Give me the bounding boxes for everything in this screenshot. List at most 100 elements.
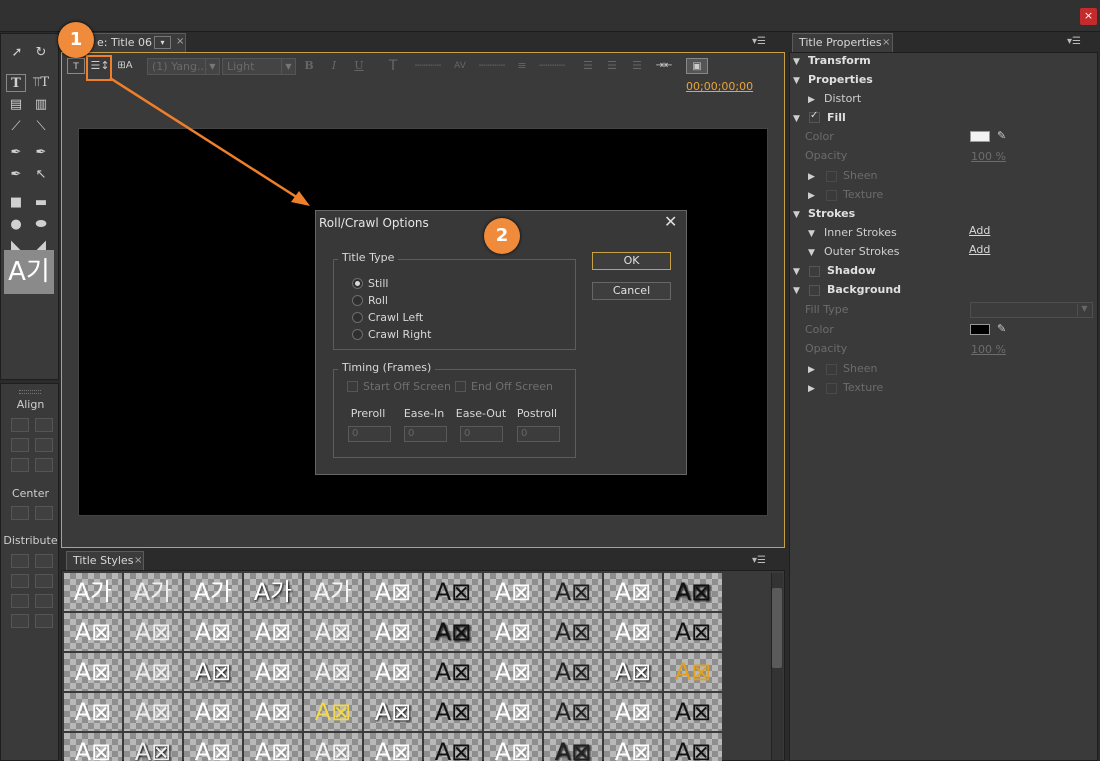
- distort-row[interactable]: Distort: [824, 92, 861, 105]
- roll-radio[interactable]: [352, 295, 363, 306]
- bg-sheen-checkbox[interactable]: [826, 364, 837, 375]
- still-radio[interactable]: [352, 278, 363, 289]
- transform-section[interactable]: Transform: [808, 54, 871, 67]
- expanded-triangle-icon[interactable]: ▼: [793, 57, 800, 67]
- expanded-triangle-icon[interactable]: ▼: [793, 210, 800, 220]
- style-swatch[interactable]: A⊠: [664, 573, 722, 611]
- collapsed-triangle-icon[interactable]: ▶: [808, 365, 815, 375]
- style-swatch[interactable]: A⊠: [244, 693, 302, 731]
- style-swatch[interactable]: A⊠: [64, 613, 122, 651]
- crawl-left-label[interactable]: Crawl Left: [368, 311, 423, 324]
- style-swatch[interactable]: A⊠: [364, 693, 422, 731]
- add-inner-stroke-link[interactable]: Add: [969, 224, 990, 237]
- style-swatch[interactable]: A⊠: [604, 573, 662, 611]
- style-swatch[interactable]: A⊠: [364, 733, 422, 761]
- expanded-triangle-icon[interactable]: ▼: [808, 248, 815, 258]
- collapsed-triangle-icon[interactable]: ▶: [808, 172, 815, 182]
- style-swatch[interactable]: A⊠: [184, 693, 242, 731]
- crawl-right-radio[interactable]: [352, 329, 363, 340]
- style-swatch[interactable]: A가: [124, 573, 182, 611]
- style-swatch[interactable]: A⊠: [484, 653, 542, 691]
- collapsed-triangle-icon[interactable]: ▶: [808, 191, 815, 201]
- style-swatch[interactable]: A⊠: [604, 613, 662, 651]
- collapsed-triangle-icon[interactable]: ▶: [808, 384, 815, 394]
- style-swatch[interactable]: A⊠: [484, 693, 542, 731]
- fill-color-swatch[interactable]: [970, 131, 990, 142]
- style-swatch[interactable]: A⊠: [124, 733, 182, 761]
- styles-scroll-thumb[interactable]: [772, 588, 782, 668]
- title-properties-close-icon[interactable]: ×: [882, 37, 890, 48]
- title-styles-menu-icon[interactable]: ▾☰: [752, 555, 766, 566]
- style-swatch[interactable]: A가: [304, 573, 362, 611]
- crawl-right-label[interactable]: Crawl Right: [368, 328, 431, 341]
- fill-opacity-value[interactable]: 100 %: [971, 150, 1006, 163]
- expanded-triangle-icon[interactable]: ▼: [793, 76, 800, 86]
- style-swatch[interactable]: A⊠: [184, 733, 242, 761]
- bg-texture-checkbox[interactable]: [826, 383, 837, 394]
- style-swatch[interactable]: A⊠: [424, 613, 482, 651]
- shadow-checkbox[interactable]: [809, 266, 820, 277]
- style-swatch[interactable]: A⊠: [64, 653, 122, 691]
- style-swatch[interactable]: A⊠: [364, 653, 422, 691]
- strokes-section[interactable]: Strokes: [808, 207, 855, 220]
- style-swatch[interactable]: A⊠: [244, 653, 302, 691]
- style-swatch[interactable]: A⊠: [304, 733, 362, 761]
- style-swatch[interactable]: A⊠: [664, 733, 722, 761]
- style-swatch[interactable]: A⊠: [544, 573, 602, 611]
- bg-color-swatch[interactable]: [970, 324, 990, 335]
- style-swatch[interactable]: A⊠: [124, 653, 182, 691]
- style-swatch[interactable]: A⊠: [544, 693, 602, 731]
- fill-type-dropdown[interactable]: [970, 302, 1093, 318]
- shadow-section[interactable]: Shadow: [827, 264, 876, 277]
- style-swatch[interactable]: A⊠: [304, 613, 362, 651]
- ok-button[interactable]: OK: [592, 252, 671, 270]
- preroll-input[interactable]: 0: [348, 426, 391, 442]
- style-swatch[interactable]: A⊠: [664, 613, 722, 651]
- background-section[interactable]: Background: [827, 283, 901, 296]
- style-swatch[interactable]: A⊠: [484, 613, 542, 651]
- style-swatch[interactable]: A⊠: [484, 733, 542, 761]
- expanded-triangle-icon[interactable]: ▼: [793, 267, 800, 277]
- expanded-triangle-icon[interactable]: ▼: [793, 286, 800, 296]
- style-swatch[interactable]: A가: [244, 573, 302, 611]
- bg-opacity-value[interactable]: 100 %: [971, 343, 1006, 356]
- sheen-checkbox[interactable]: [826, 171, 837, 182]
- expanded-triangle-icon[interactable]: ▼: [808, 229, 815, 239]
- style-swatch[interactable]: A⊠: [124, 613, 182, 651]
- style-swatch[interactable]: A⊠: [604, 693, 662, 731]
- background-checkbox[interactable]: [809, 285, 820, 296]
- style-swatch[interactable]: A⊠: [64, 693, 122, 731]
- style-swatch[interactable]: A가: [64, 573, 122, 611]
- still-label[interactable]: Still: [368, 277, 388, 290]
- ease-in-input[interactable]: 0: [404, 426, 447, 442]
- style-swatch[interactable]: A⊠: [424, 653, 482, 691]
- style-swatch[interactable]: A⊠: [244, 733, 302, 761]
- style-swatch[interactable]: A⊠: [664, 653, 722, 691]
- crawl-left-radio[interactable]: [352, 312, 363, 323]
- title-styles-close-icon[interactable]: ×: [134, 555, 142, 566]
- style-swatch[interactable]: A⊠: [604, 733, 662, 761]
- collapsed-triangle-icon[interactable]: ▶: [808, 95, 815, 105]
- style-swatch[interactable]: A⊠: [544, 653, 602, 691]
- properties-section[interactable]: Properties: [808, 73, 873, 86]
- style-swatch[interactable]: A⊠: [604, 653, 662, 691]
- style-swatch[interactable]: A⊠: [664, 693, 722, 731]
- style-swatch[interactable]: A⊠: [364, 613, 422, 651]
- style-swatch[interactable]: A⊠: [424, 693, 482, 731]
- eyedropper-icon[interactable]: ✎: [997, 322, 1006, 335]
- dialog-close-icon[interactable]: ✕: [664, 212, 677, 231]
- style-swatch[interactable]: A⊠: [184, 613, 242, 651]
- ease-out-input[interactable]: 0: [460, 426, 503, 442]
- style-swatch[interactable]: A⊠: [64, 733, 122, 761]
- postroll-input[interactable]: 0: [517, 426, 560, 442]
- style-swatch[interactable]: A⊠: [364, 573, 422, 611]
- style-swatch[interactable]: A⊠: [304, 693, 362, 731]
- style-swatch[interactable]: A⊠: [184, 653, 242, 691]
- add-outer-stroke-link[interactable]: Add: [969, 243, 990, 256]
- style-swatch[interactable]: A⊠: [304, 653, 362, 691]
- style-swatch[interactable]: A⊠: [544, 733, 602, 761]
- eyedropper-icon[interactable]: ✎: [997, 129, 1006, 142]
- style-swatch[interactable]: A⊠: [544, 613, 602, 651]
- outer-strokes-row[interactable]: Outer Strokes: [824, 245, 900, 258]
- style-swatch[interactable]: A가: [184, 573, 242, 611]
